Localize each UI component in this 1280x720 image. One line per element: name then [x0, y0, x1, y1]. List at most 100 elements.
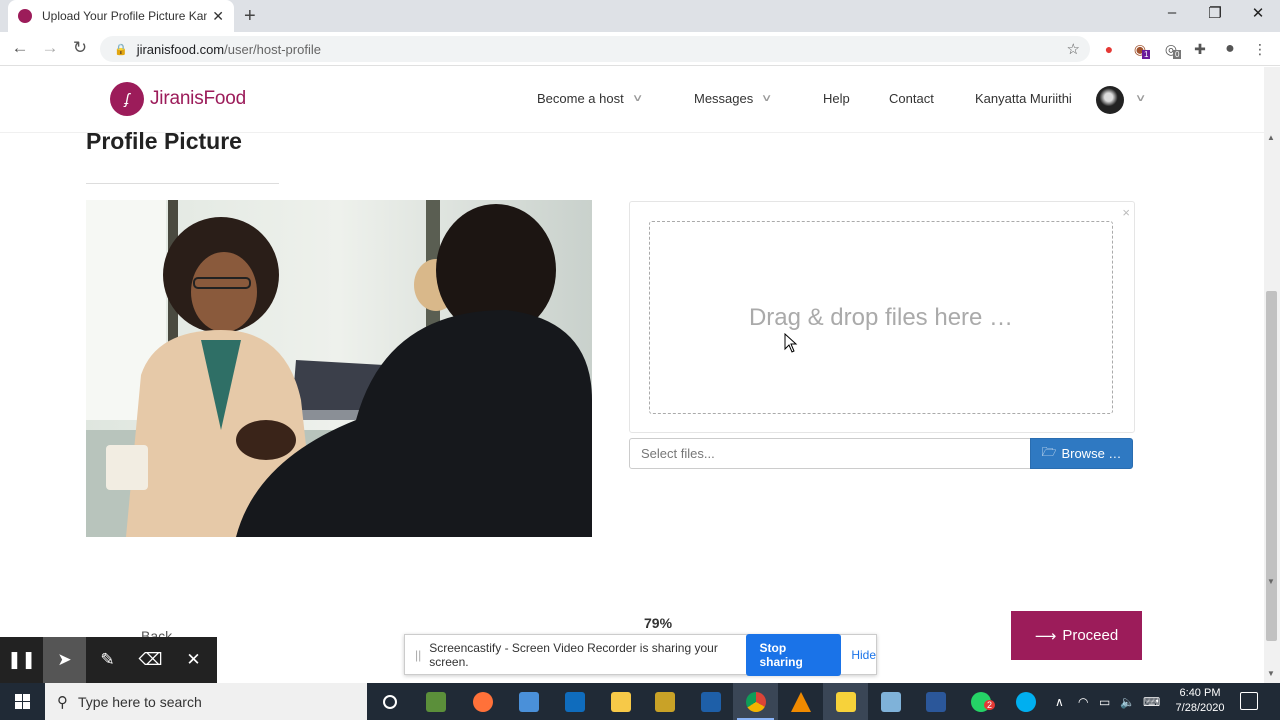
site-favicon-icon: [18, 9, 32, 23]
cursor-tool-icon[interactable]: ➤: [43, 637, 86, 683]
browser-tab-strip: Upload Your Profile Picture Kanyatta ✕ +…: [0, 0, 1280, 32]
browser-toolbar: ← → ↻ 🔒 jiranisfood.com/user/host-profil…: [0, 32, 1280, 66]
proceed-label: Proceed: [1062, 627, 1119, 644]
site-logo[interactable]: ʄ JiranisFood: [110, 82, 246, 116]
nav-contact[interactable]: Contact: [889, 91, 934, 106]
drop-zone[interactable]: Drag & drop files here …: [649, 221, 1113, 414]
stop-sharing-button[interactable]: Stop sharing: [745, 633, 842, 676]
nav-help[interactable]: Help: [823, 91, 850, 106]
windows-start-icon[interactable]: [0, 683, 45, 720]
whatsapp-badge: 2: [984, 700, 996, 710]
file-select-input[interactable]: Select files...: [629, 438, 1031, 469]
site-header: ʄ JiranisFood Become a host ∨ Messages ∨…: [0, 67, 1264, 133]
hide-banner-link[interactable]: Hide: [851, 648, 876, 662]
file-explorer-icon[interactable]: [598, 683, 643, 720]
clock-date: 7/28/2020: [1175, 702, 1225, 714]
clock-time: 6:40 PM: [1179, 687, 1221, 699]
browse-label: Browse …: [1061, 446, 1122, 461]
volume-icon[interactable]: 🔈: [1120, 683, 1135, 720]
extension-badge-2: 0: [1173, 50, 1182, 59]
pause-icon[interactable]: ❚❚: [0, 637, 43, 683]
screencastify-toolbar: ❚❚ ➤ ✎ ⌫ ✕: [0, 637, 217, 683]
screen: Upload Your Profile Picture Kanyatta ✕ +…: [0, 0, 1280, 720]
nav-contact-label: Contact: [889, 91, 934, 106]
3d-box-icon[interactable]: [506, 683, 551, 720]
whatsapp-icon[interactable]: 2: [958, 683, 1003, 720]
new-tab-plus-icon[interactable]: +: [244, 5, 256, 28]
reload-icon[interactable]: ↻: [69, 38, 91, 58]
page-scrollbar[interactable]: ▲ ▼ ▼: [1264, 67, 1280, 683]
nav-messages-label: Messages: [694, 91, 754, 106]
window-restore-icon[interactable]: ❐: [1205, 4, 1225, 22]
drag-handle-icon[interactable]: ||: [415, 648, 421, 662]
nav-user-name[interactable]: Kanyatta Muriithi: [975, 91, 1072, 106]
chrome-icon[interactable]: [733, 683, 778, 720]
window-close-icon[interactable]: ✕: [1248, 4, 1268, 22]
vlc-icon[interactable]: [778, 683, 823, 720]
taskbar-clock[interactable]: 6:40 PM 7/28/2020: [1170, 686, 1230, 716]
url-path: /user/host-profile: [224, 41, 321, 57]
nav-help-label: Help: [823, 91, 850, 106]
tab-close-icon[interactable]: ✕: [212, 8, 224, 25]
logo-mark-icon: ʄ: [110, 82, 144, 116]
drop-zone-text: Drag & drop files here …: [748, 303, 1014, 331]
chevron-down-icon: ∨: [761, 93, 773, 104]
search-icon: ⚲: [57, 693, 68, 711]
extension-red-icon[interactable]: ●: [1100, 40, 1118, 58]
close-toolbar-icon[interactable]: ✕: [172, 637, 215, 683]
profile-account-icon[interactable]: ●: [1221, 40, 1239, 58]
extensions-puzzle-icon[interactable]: ✚: [1191, 40, 1209, 58]
user-name-label: Kanyatta Muriithi: [975, 91, 1072, 106]
nav-become-host-label: Become a host: [537, 91, 624, 106]
outlook-icon[interactable]: [552, 683, 597, 720]
extension-badge: 1: [1142, 50, 1151, 59]
address-bar[interactable]: 🔒 jiranisfood.com/user/host-profile ☆: [100, 36, 1090, 62]
taskbar-search-box[interactable]: ⚲ Type here to search: [45, 683, 367, 720]
back-arrow-icon[interactable]: ←: [9, 38, 31, 58]
scroll-down-arrow-icon-2[interactable]: ▼: [1267, 669, 1275, 678]
url-domain: jiranisfood.com: [136, 41, 225, 57]
pen-tool-icon[interactable]: ✎: [86, 637, 129, 683]
clear-upload-close-icon[interactable]: ×: [1122, 205, 1130, 220]
avatar[interactable]: [1096, 86, 1124, 114]
sticky-notes-icon[interactable]: [823, 683, 868, 720]
progress-percentage: 79%: [644, 615, 673, 631]
browser-tab[interactable]: Upload Your Profile Picture Kanyatta ✕: [8, 0, 234, 32]
tray-chevron-up-icon[interactable]: ∧: [1055, 683, 1064, 720]
share-message: Screencastify - Screen Video Recorder is…: [429, 640, 718, 669]
nav-messages[interactable]: Messages ∨: [694, 91, 773, 106]
logo-text: JiranisFood: [150, 88, 247, 109]
scroll-down-arrow-icon[interactable]: ▼: [1267, 577, 1275, 586]
edge-pen-icon[interactable]: [868, 683, 913, 720]
tab-title: Upload Your Profile Picture Kanyatta: [42, 9, 207, 23]
scroll-up-arrow-icon[interactable]: ▲: [1267, 133, 1275, 142]
browser-menu-icon[interactable]: ⋮: [1251, 40, 1269, 58]
user-menu-chevron-down-icon[interactable]: ∨: [1135, 93, 1147, 104]
action-center-notification-icon[interactable]: [1240, 692, 1258, 710]
task-view-icon[interactable]: [413, 683, 458, 720]
browse-button[interactable]: 🗁 Browse …: [1030, 438, 1133, 469]
tools-icon[interactable]: [642, 683, 687, 720]
arrow-right-icon: ⟶: [1034, 627, 1057, 645]
scrollbar-thumb[interactable]: [1266, 291, 1277, 641]
photo-illustration: [86, 200, 592, 537]
forward-arrow-icon[interactable]: →: [39, 38, 61, 58]
network-icon[interactable]: ◠: [1078, 683, 1088, 720]
proceed-button[interactable]: ⟶ Proceed: [1011, 611, 1142, 660]
word-icon[interactable]: [913, 683, 958, 720]
keyboard-icon[interactable]: ⌨: [1143, 683, 1160, 720]
profile-photo-preview: [86, 200, 592, 537]
battery-icon[interactable]: ▭: [1099, 683, 1110, 720]
nav-become-host[interactable]: Become a host ∨: [537, 91, 643, 106]
url-text: jiranisfood.com/user/host-profile: [137, 42, 321, 57]
cortana-circle-icon[interactable]: [367, 683, 412, 720]
eraser-tool-icon[interactable]: ⌫: [129, 637, 172, 683]
page-title: Profile Picture: [86, 128, 242, 154]
skype-icon[interactable]: [1003, 683, 1048, 720]
window-minimize-icon[interactable]: –: [1162, 4, 1182, 21]
code-editor-icon[interactable]: [688, 683, 733, 720]
bookmark-star-icon[interactable]: ☆: [1067, 40, 1080, 58]
firefox-icon[interactable]: [460, 683, 505, 720]
upload-panel: × Drag & drop files here …: [629, 201, 1135, 433]
title-divider: [86, 183, 279, 184]
